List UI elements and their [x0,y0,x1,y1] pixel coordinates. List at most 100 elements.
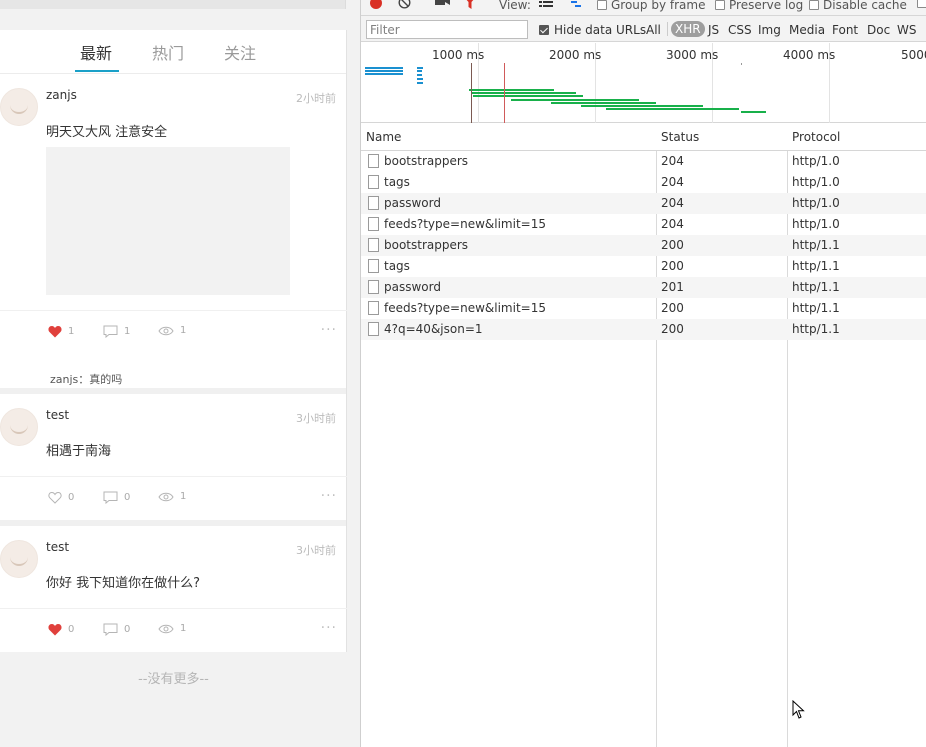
eye-icon [158,326,174,335]
preserve-log-option[interactable]: Preserve log [715,0,803,12]
request-protocol: http/1.0 [792,175,840,189]
tab-following[interactable]: 关注 [224,40,256,64]
waterfall-toggle[interactable] [567,0,581,8]
filter-type-all[interactable]: All [646,23,661,37]
group-by-frame-label: Group by frame [611,0,706,12]
group-by-frame-checkbox[interactable] [597,0,607,10]
more-options-button[interactable]: ··· [321,488,337,504]
timeline-tick-label: 4000 ms [783,48,836,62]
filter-input[interactable] [366,20,528,39]
request-row[interactable]: feeds?type=new&limit=15 200 http/1.1 [361,298,926,319]
mouse-cursor-icon [792,700,805,719]
request-protocol: http/1.0 [792,217,840,231]
post-username[interactable]: zanjs [46,88,77,102]
hide-data-urls-option[interactable]: Hide data URLs [539,23,646,37]
filter-type-js[interactable]: JS [708,23,719,37]
more-options-button[interactable]: ··· [321,620,337,636]
views-indicator: 1 [158,325,186,336]
timeline-request-bar [581,105,703,107]
timeline-request-bar [417,70,422,72]
filter-type-media[interactable]: Media [789,23,825,37]
network-toolbar: View: Group by frame Preserve log Disabl… [361,0,926,16]
hide-data-urls-label: Hide data URLs [554,23,647,37]
request-status: 200 [661,259,684,273]
filter-type-doc[interactable]: Doc [867,23,890,37]
column-header-name[interactable]: Name [366,130,401,144]
tab-latest[interactable]: 最新 [80,40,112,64]
comment-preview[interactable]: zanjs：真的吗 [50,371,122,387]
offline-option[interactable] [917,0,926,8]
post-time: 3小时前 [296,412,336,425]
network-overview-timeline[interactable]: 1000 ms 2000 ms 3000 ms 4000 ms 5000 [361,43,926,123]
comment-button[interactable]: 0 [103,623,130,636]
request-protocol: http/1.1 [792,259,840,273]
like-button[interactable]: 0 [48,623,74,636]
comment-count: 1 [124,326,131,337]
request-row[interactable]: feeds?type=new&limit=15 204 http/1.0 [361,214,926,235]
timeline-request-bar [417,82,423,84]
hide-data-urls-checkbox[interactable] [539,25,549,35]
eye-icon [158,624,174,633]
post-actions: 0 0 1 ··· [0,476,347,518]
column-header-status[interactable]: Status [661,130,699,144]
document-icon [368,280,379,294]
comment-button[interactable]: 1 [103,325,130,338]
record-button[interactable] [369,0,383,10]
comment-icon [103,623,118,636]
post-username[interactable]: test [46,540,69,554]
comment-colon: ： [78,373,90,386]
request-row[interactable]: 4?q=40&json=1 200 http/1.1 [361,319,926,340]
request-row[interactable]: password 201 http/1.1 [361,277,926,298]
requests-table-header: Name Status Protocol [361,124,926,151]
post-time: 2小时前 [296,92,336,105]
request-protocol: http/1.1 [792,322,840,336]
filter-type-css[interactable]: CSS [728,23,752,37]
avatar[interactable] [0,408,38,446]
feed-app: 最新 热门 关注 zanjs 2小时前 明天又大风 注意安全 1 1 1 ···… [0,0,360,747]
request-row[interactable]: tags 200 http/1.1 [361,256,926,277]
comment-button[interactable]: 0 [103,491,130,504]
disable-cache-checkbox[interactable] [809,0,819,10]
views-indicator: 1 [158,491,186,502]
request-row[interactable]: password 204 http/1.0 [361,193,926,214]
post-image[interactable] [46,147,290,295]
filter-toggle-button[interactable] [463,0,477,9]
like-button[interactable]: 1 [48,325,74,338]
filter-type-font[interactable]: Font [832,23,858,37]
timeline-request-bar [469,89,554,91]
filter-type-xhr[interactable]: XHR [671,21,705,37]
request-name: bootstrappers [384,238,469,252]
video-camera-icon [435,0,450,5]
filter-type-img[interactable]: Img [758,23,781,37]
avatar[interactable] [0,540,38,578]
post-username[interactable]: test [46,408,69,422]
document-icon [368,322,379,336]
column-header-protocol[interactable]: Protocol [792,130,840,144]
disable-cache-option[interactable]: Disable cache [809,0,907,12]
document-icon [368,196,379,210]
document-icon [368,259,379,273]
tab-hot[interactable]: 热门 [152,40,184,64]
timeline-request-bar [741,111,766,113]
avatar[interactable] [0,88,38,126]
request-row[interactable]: bootstrappers 204 http/1.0 [361,151,926,172]
filter-bar: Hide data URLs All XHR JS CSS Img Media … [361,16,926,42]
screenshot-button[interactable] [435,0,450,6]
request-row[interactable]: bootstrappers 200 http/1.1 [361,235,926,256]
more-options-button[interactable]: ··· [321,322,337,338]
clear-button[interactable] [398,0,411,9]
comment-count: 0 [124,624,131,635]
filter-type-ws[interactable]: WS [897,23,916,37]
preserve-log-checkbox[interactable] [715,0,725,10]
heart-filled-icon [48,624,62,636]
timeline-request-bar [511,99,639,101]
like-button[interactable]: 0 [48,491,74,504]
post-actions: 0 0 1 ··· [0,608,347,650]
offline-checkbox[interactable] [917,0,926,8]
request-row[interactable]: tags 204 http/1.0 [361,172,926,193]
group-by-frame-option[interactable]: Group by frame [597,0,705,12]
request-name: feeds?type=new&limit=15 [384,301,546,315]
views-indicator: 1 [158,623,186,634]
post-actions: 1 1 1 ··· [0,310,347,352]
large-rows-toggle[interactable] [539,0,553,8]
